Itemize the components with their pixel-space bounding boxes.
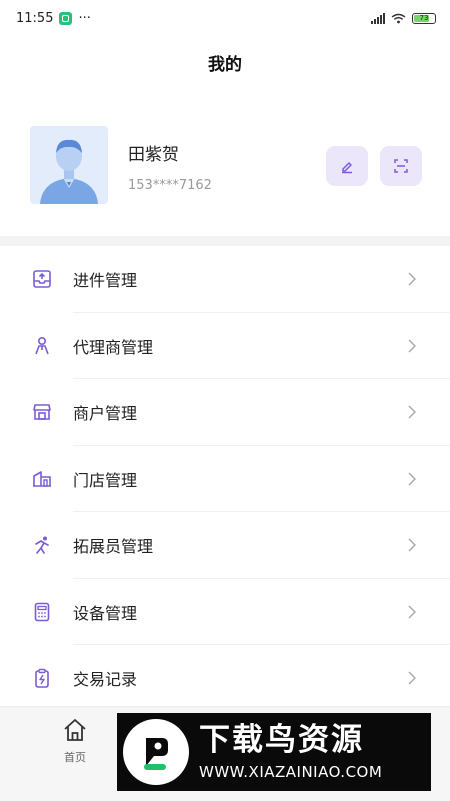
status-time: 11:55 [16, 10, 54, 26]
pencil-icon [342, 162, 352, 174]
menu-item-label: 拓展员管理 [73, 537, 154, 557]
chevron-right-icon [408, 405, 416, 419]
user-name: 田紫贺 [128, 145, 179, 165]
status-more: ··· [78, 10, 91, 26]
menu-item-agent[interactable]: 代理商管理 [0, 313, 450, 379]
battery-icon: 73 [412, 12, 436, 24]
watermark-logo-icon [123, 719, 189, 785]
chevron-right-icon [408, 339, 416, 353]
watermark-banner: 下载鸟资源 WWW.XIAZAINIAO.COM [117, 713, 431, 791]
home-icon [64, 719, 86, 741]
menu-list: 进件管理 代理商管理 商户管理 门店管理 拓展员管理 设备管理 交易记录 [0, 246, 450, 712]
edit-profile-button[interactable] [326, 146, 368, 186]
chevron-right-icon [408, 472, 416, 486]
chevron-right-icon [408, 272, 416, 286]
app-notification-icon [59, 11, 73, 25]
menu-item-label: 交易记录 [73, 670, 138, 690]
avatar[interactable] [30, 126, 108, 204]
wifi-icon [391, 13, 406, 23]
scan-icon [394, 159, 408, 173]
scan-button[interactable] [380, 146, 422, 186]
menu-item-label: 进件管理 [73, 271, 138, 291]
chevron-right-icon [408, 538, 416, 552]
signal-icon [371, 12, 385, 24]
watermark-title: 下载鸟资源 [199, 722, 364, 758]
watermark-url: WWW.XIAZAINIAO.COM [199, 763, 383, 781]
section-divider [0, 236, 450, 246]
menu-item-store[interactable]: 门店管理 [0, 446, 450, 512]
watermark-text: 下载鸟资源 WWW.XIAZAINIAO.COM [199, 722, 382, 782]
status-right: 73 [371, 12, 436, 24]
clipboard-icon [31, 667, 53, 689]
tab-home[interactable]: 首页 [50, 717, 100, 765]
user-phone: 153****7162 [128, 178, 212, 193]
status-left: 11:55 ··· [16, 11, 91, 26]
profile-card: 田紫贺 153****7162 [30, 126, 424, 206]
runner-icon [31, 534, 53, 556]
person-icon [31, 335, 53, 357]
menu-item-label: 商户管理 [73, 404, 138, 424]
menu-item-label: 代理商管理 [73, 337, 154, 357]
menu-item-transactions[interactable]: 交易记录 [0, 645, 450, 712]
menu-item-device[interactable]: 设备管理 [0, 579, 450, 645]
battery-level: 73 [419, 14, 429, 22]
store-icon [31, 401, 53, 423]
upload-tray-icon [31, 268, 53, 290]
menu-item-label: 设备管理 [73, 603, 138, 623]
menu-item-label: 门店管理 [73, 470, 138, 490]
status-bar: 11:55 ··· 73 [0, 0, 450, 36]
tab-home-label: 首页 [64, 751, 86, 764]
menu-item-application[interactable]: 进件管理 [0, 246, 450, 313]
page-title: 我的 [208, 55, 242, 75]
chevron-right-icon [408, 671, 416, 685]
chevron-right-icon [408, 605, 416, 619]
calculator-icon [31, 601, 53, 623]
menu-item-merchant[interactable]: 商户管理 [0, 379, 450, 446]
menu-item-expander[interactable]: 拓展员管理 [0, 512, 450, 579]
building-icon [31, 468, 53, 490]
